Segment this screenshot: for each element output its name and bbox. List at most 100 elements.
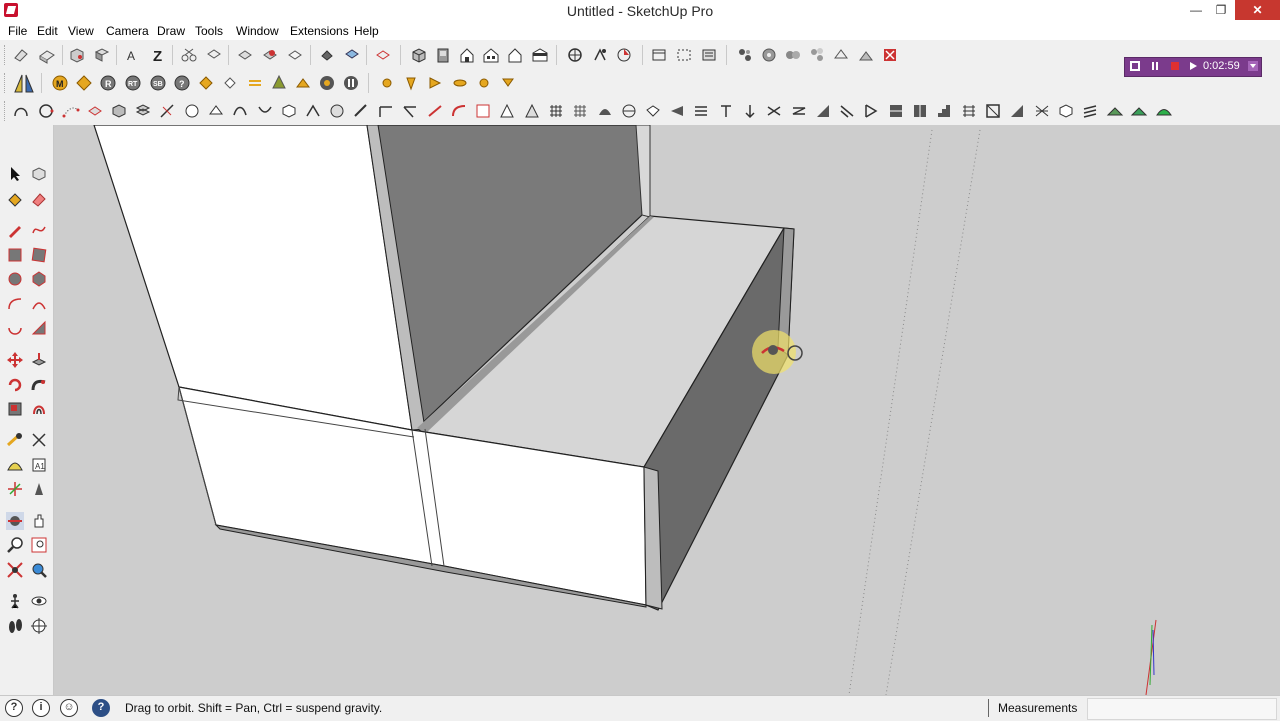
chevron-down-icon[interactable] [1247, 60, 1259, 72]
extension-warehouse-icon[interactable] [881, 46, 899, 64]
shadows-icon[interactable] [857, 46, 875, 64]
push-pull-icon[interactable] [30, 351, 48, 369]
wall-icon[interactable] [911, 102, 929, 120]
light-spot-icon[interactable] [402, 74, 420, 92]
look-around-icon[interactable] [30, 592, 48, 610]
paste-icon[interactable] [236, 46, 254, 64]
frame-icon[interactable] [984, 102, 1002, 120]
section-plane-icon[interactable] [615, 46, 633, 64]
round-corner-icon[interactable] [183, 102, 201, 120]
follow-me-icon[interactable] [30, 376, 48, 394]
cube-outline-icon[interactable] [1057, 102, 1075, 120]
menu-tools[interactable]: Tools [195, 24, 223, 38]
measurements-input[interactable] [1087, 698, 1277, 720]
push-down-icon[interactable] [717, 102, 735, 120]
iso-view-icon[interactable] [410, 46, 428, 64]
plugin-diamond-icon[interactable] [221, 74, 239, 92]
play-icon[interactable] [1187, 60, 1199, 72]
protractor-icon[interactable] [6, 456, 24, 474]
light-ies-icon[interactable] [426, 74, 444, 92]
model-view[interactable] [54, 125, 1280, 695]
fold-icon[interactable] [668, 102, 686, 120]
knife-icon[interactable] [352, 102, 370, 120]
credits-icon[interactable]: i [32, 699, 50, 717]
points-curve-icon[interactable] [62, 102, 80, 120]
two-point-arc-icon[interactable] [30, 295, 48, 313]
terrain-grid-icon[interactable] [1130, 102, 1148, 120]
grid-box-icon[interactable] [474, 102, 492, 120]
stop-icon[interactable] [1169, 60, 1181, 72]
extrude-icon[interactable] [86, 102, 104, 120]
layers-stack-icon[interactable] [1081, 102, 1099, 120]
move-icon[interactable] [6, 351, 24, 369]
geolocation-icon[interactable]: ? [5, 699, 23, 717]
circle-tool-icon[interactable] [37, 102, 55, 120]
eraser-icon[interactable] [30, 190, 48, 208]
restore-button[interactable]: ❐ [1208, 0, 1234, 20]
light-point-icon[interactable] [378, 74, 396, 92]
rectangle-icon[interactable] [6, 246, 24, 264]
paint-bucket-icon[interactable] [6, 190, 24, 208]
zoom-icon[interactable] [6, 536, 24, 554]
recorder-logo-icon[interactable] [1129, 60, 1141, 72]
subdivide-icon[interactable] [280, 102, 298, 120]
new-file-icon[interactable] [12, 46, 30, 64]
light-sphere-icon[interactable] [475, 74, 493, 92]
patch-icon[interactable] [644, 102, 662, 120]
smooth-icon[interactable] [328, 102, 346, 120]
tall-panel-face[interactable] [93, 125, 413, 431]
undo-icon[interactable] [286, 46, 304, 64]
loft-icon[interactable] [256, 102, 274, 120]
front-view-icon[interactable] [458, 46, 476, 64]
print-icon[interactable] [343, 46, 361, 64]
terrain-smooth-icon[interactable] [1155, 102, 1173, 120]
toolbar-grip[interactable] [4, 45, 8, 65]
plugin-bulb-icon[interactable] [294, 74, 312, 92]
stripes-icon[interactable] [692, 102, 710, 120]
instructor-help-icon[interactable]: ? [92, 699, 110, 717]
save-icon[interactable] [68, 46, 86, 64]
bevel-icon[interactable] [207, 102, 225, 120]
arc-line-icon[interactable] [450, 102, 468, 120]
open-file-icon[interactable] [38, 46, 56, 64]
mirror-icon[interactable] [13, 72, 35, 94]
scale-icon[interactable] [6, 400, 24, 418]
dome-icon[interactable] [596, 102, 614, 120]
components-icon[interactable] [736, 46, 754, 64]
pie-icon[interactable] [30, 319, 48, 337]
roof-icon[interactable] [1008, 102, 1026, 120]
copy-icon[interactable] [205, 46, 223, 64]
arrow-down-icon[interactable] [741, 102, 759, 120]
slope-icon[interactable] [814, 102, 832, 120]
grid-surface-icon[interactable] [547, 102, 565, 120]
toolbar-grip[interactable] [4, 101, 8, 121]
cut-line-icon[interactable] [426, 102, 444, 120]
axes-icon[interactable] [6, 480, 24, 498]
line-pencil-icon[interactable] [6, 221, 24, 239]
plugin-pin-icon[interactable] [197, 74, 215, 92]
redo-icon[interactable] [318, 46, 336, 64]
plugin-pause-icon[interactable] [342, 74, 360, 92]
text-tool-icon[interactable]: A [124, 46, 142, 64]
hidden-line-icon[interactable] [675, 46, 693, 64]
top-view-icon[interactable] [434, 46, 452, 64]
sphere-wire-icon[interactable] [620, 102, 638, 120]
terrain-icon[interactable] [1106, 102, 1124, 120]
menu-edit[interactable]: Edit [37, 24, 58, 38]
zoom-extents-icon[interactable] [6, 561, 24, 579]
plugin-swap-icon[interactable] [246, 74, 264, 92]
offset-icon[interactable] [30, 400, 48, 418]
previous-view-icon[interactable] [30, 561, 48, 579]
line-gap-icon[interactable] [377, 102, 395, 120]
menu-file[interactable]: File [8, 24, 27, 38]
grid-fine-icon[interactable] [571, 102, 589, 120]
sweep-icon[interactable] [231, 102, 249, 120]
select-arrow-icon[interactable] [6, 165, 24, 183]
box-tool-icon[interactable] [110, 102, 128, 120]
section-plane-icon[interactable] [30, 617, 48, 635]
materials-icon[interactable] [760, 46, 778, 64]
stairs-icon[interactable] [935, 102, 953, 120]
viewport-canvas[interactable] [54, 125, 1280, 695]
plugin-sb-icon[interactable]: SB [149, 74, 167, 92]
pan-hand-icon[interactable] [30, 512, 48, 530]
